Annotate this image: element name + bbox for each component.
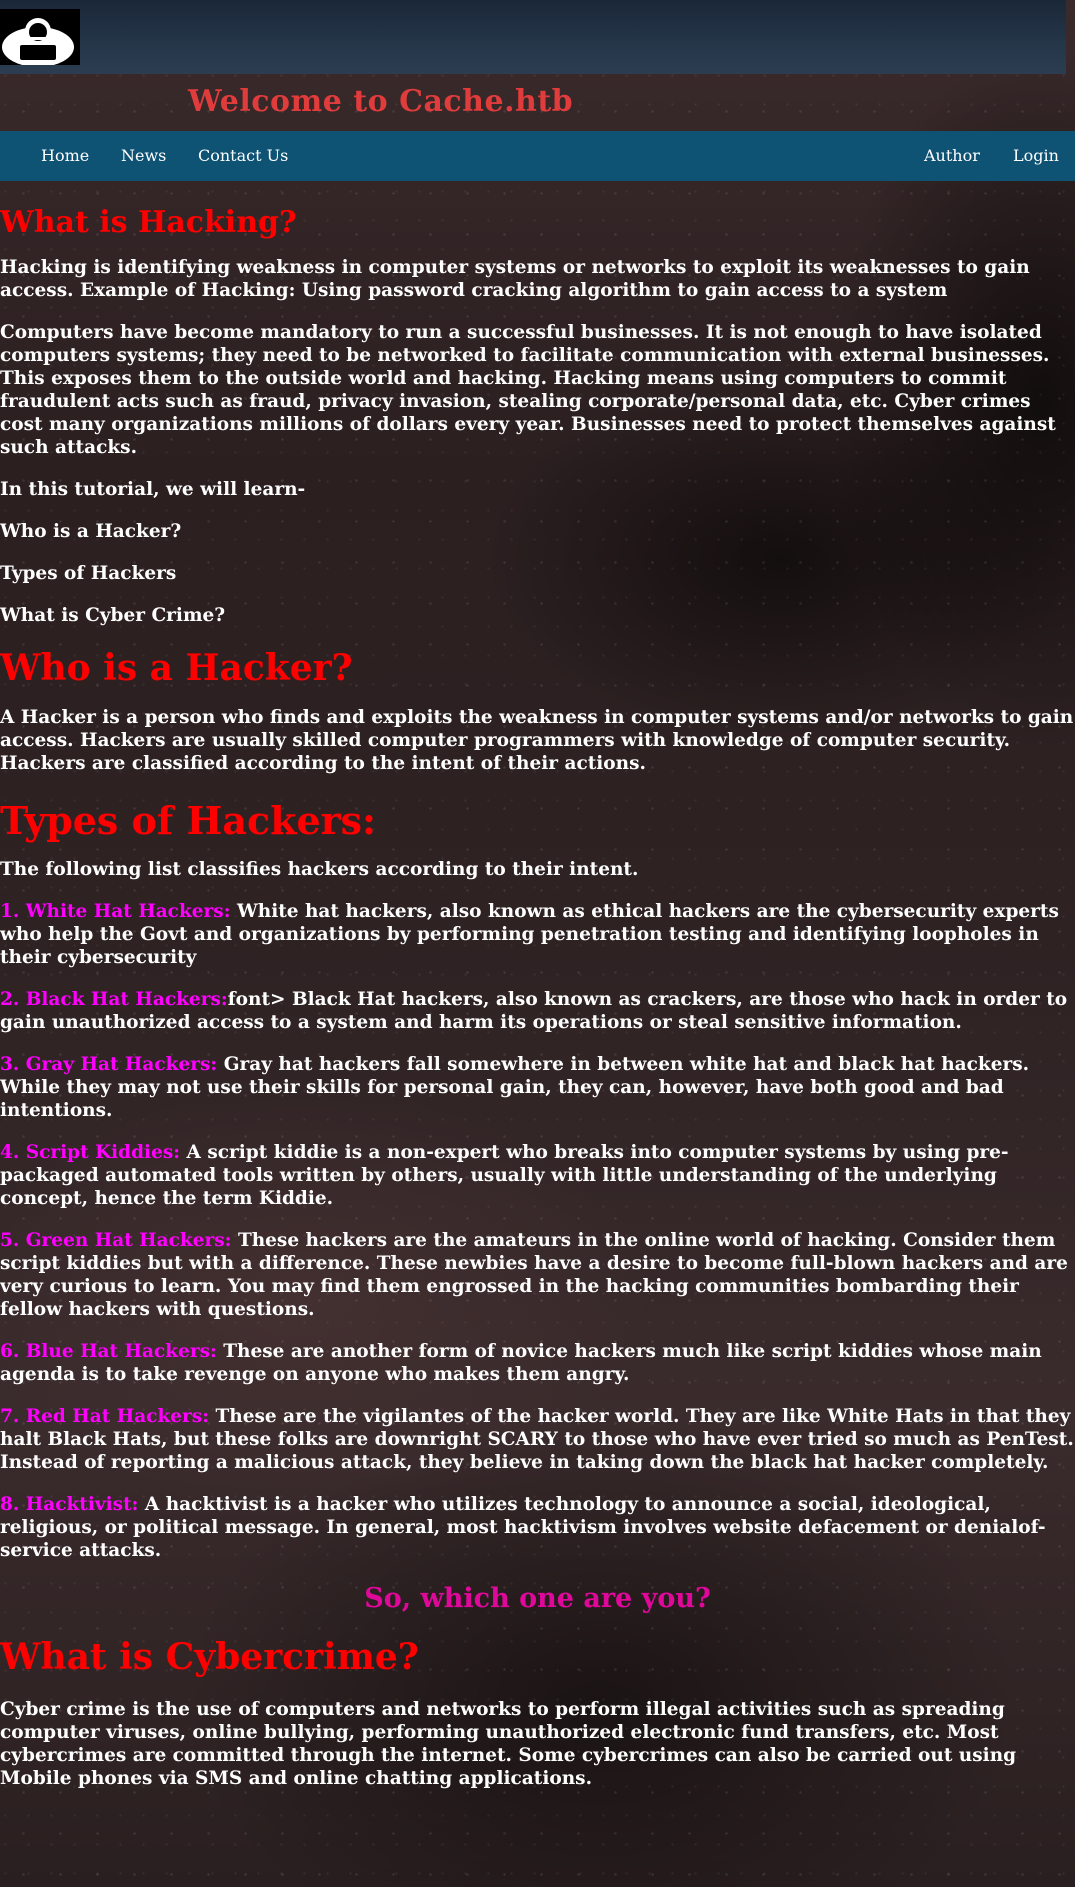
nav-login[interactable]: Login <box>1013 146 1059 165</box>
who-paragraph: A Hacker is a person who finds and explo… <box>0 707 1074 774</box>
toc-item-who: Who is a Hacker? <box>0 521 182 542</box>
cybercrime-paragraph: Cyber crime is the use of computers and … <box>0 1699 1017 1789</box>
hacker-type-label: 6. Blue Hat Hackers: <box>0 1341 217 1362</box>
heading-types-of-hackers: Types of Hackers: <box>0 798 377 843</box>
hacking-paragraph-2: Computers have become mandatory to run a… <box>0 322 1056 458</box>
nav-news[interactable]: News <box>121 146 166 165</box>
site-title: Welcome to Cache.htb <box>188 84 574 119</box>
hacker-type-label: 4. Script Kiddies: <box>0 1142 181 1163</box>
hacker-type-label: 5. Green Hat Hackers: <box>0 1230 232 1251</box>
hacker-type-gray-hat: 3. Gray Hat Hackers: Gray hat hackers fa… <box>0 1053 1075 1122</box>
hacker-type-blue-hat: 6. Blue Hat Hackers: These are another f… <box>0 1340 1075 1386</box>
top-banner <box>0 0 1066 74</box>
hacker-type-script-kiddies: 4. Script Kiddies: A script kiddie is a … <box>0 1141 1075 1210</box>
hacker-type-green-hat: 5. Green Hat Hackers: These hackers are … <box>0 1229 1075 1321</box>
hacker-type-text: A hacktivist is a hacker who utilizes te… <box>0 1494 1046 1561</box>
hacker-type-white-hat: 1. White Hat Hackers: White hat hackers,… <box>0 900 1075 969</box>
hacker-type-hacktivist: 8. Hacktivist: A hacktivist is a hacker … <box>0 1493 1075 1562</box>
nav-author[interactable]: Author <box>924 146 980 165</box>
heading-who-is-a-hacker: Who is a Hacker? <box>0 647 353 689</box>
heading-what-is-hacking: What is Hacking? <box>0 205 297 240</box>
hacker-type-label: 8. Hacktivist: <box>0 1494 139 1515</box>
hacker-type-label: 1. White Hat Hackers: <box>0 901 231 922</box>
types-intro: The following list classifies hackers ac… <box>0 859 639 880</box>
hacker-type-label: 3. Gray Hat Hackers: <box>0 1054 218 1075</box>
hacker-type-black-hat: 2. Black Hat Hackers:font> Black Hat hac… <box>0 988 1075 1034</box>
heading-what-is-cybercrime: What is Cybercrime? <box>0 1636 419 1678</box>
toc-item-types: Types of Hackers <box>0 563 177 584</box>
toc-item-cybercrime: What is Cyber Crime? <box>0 605 226 626</box>
hacking-paragraph-1: Hacking is identifying weakness in compu… <box>0 257 1030 301</box>
hacker-avatar-icon <box>0 9 80 65</box>
nav-home[interactable]: Home <box>41 146 89 165</box>
main-content: What is Hacking? Hacking is identifying … <box>0 181 1075 1790</box>
hacker-type-label: 7. Red Hat Hackers: <box>0 1406 210 1427</box>
closing-question: So, which one are you? <box>364 1583 711 1614</box>
hacker-type-red-hat: 7. Red Hat Hackers: These are the vigila… <box>0 1405 1075 1474</box>
hacker-type-label: 2. Black Hat Hackers: <box>0 989 228 1010</box>
nav-contact-us[interactable]: Contact Us <box>198 146 288 165</box>
site-logo <box>0 9 80 65</box>
hacking-paragraph-3: In this tutorial, we will learn- <box>0 479 306 500</box>
main-nav: Home News Contact Us Author Login <box>0 131 1075 181</box>
